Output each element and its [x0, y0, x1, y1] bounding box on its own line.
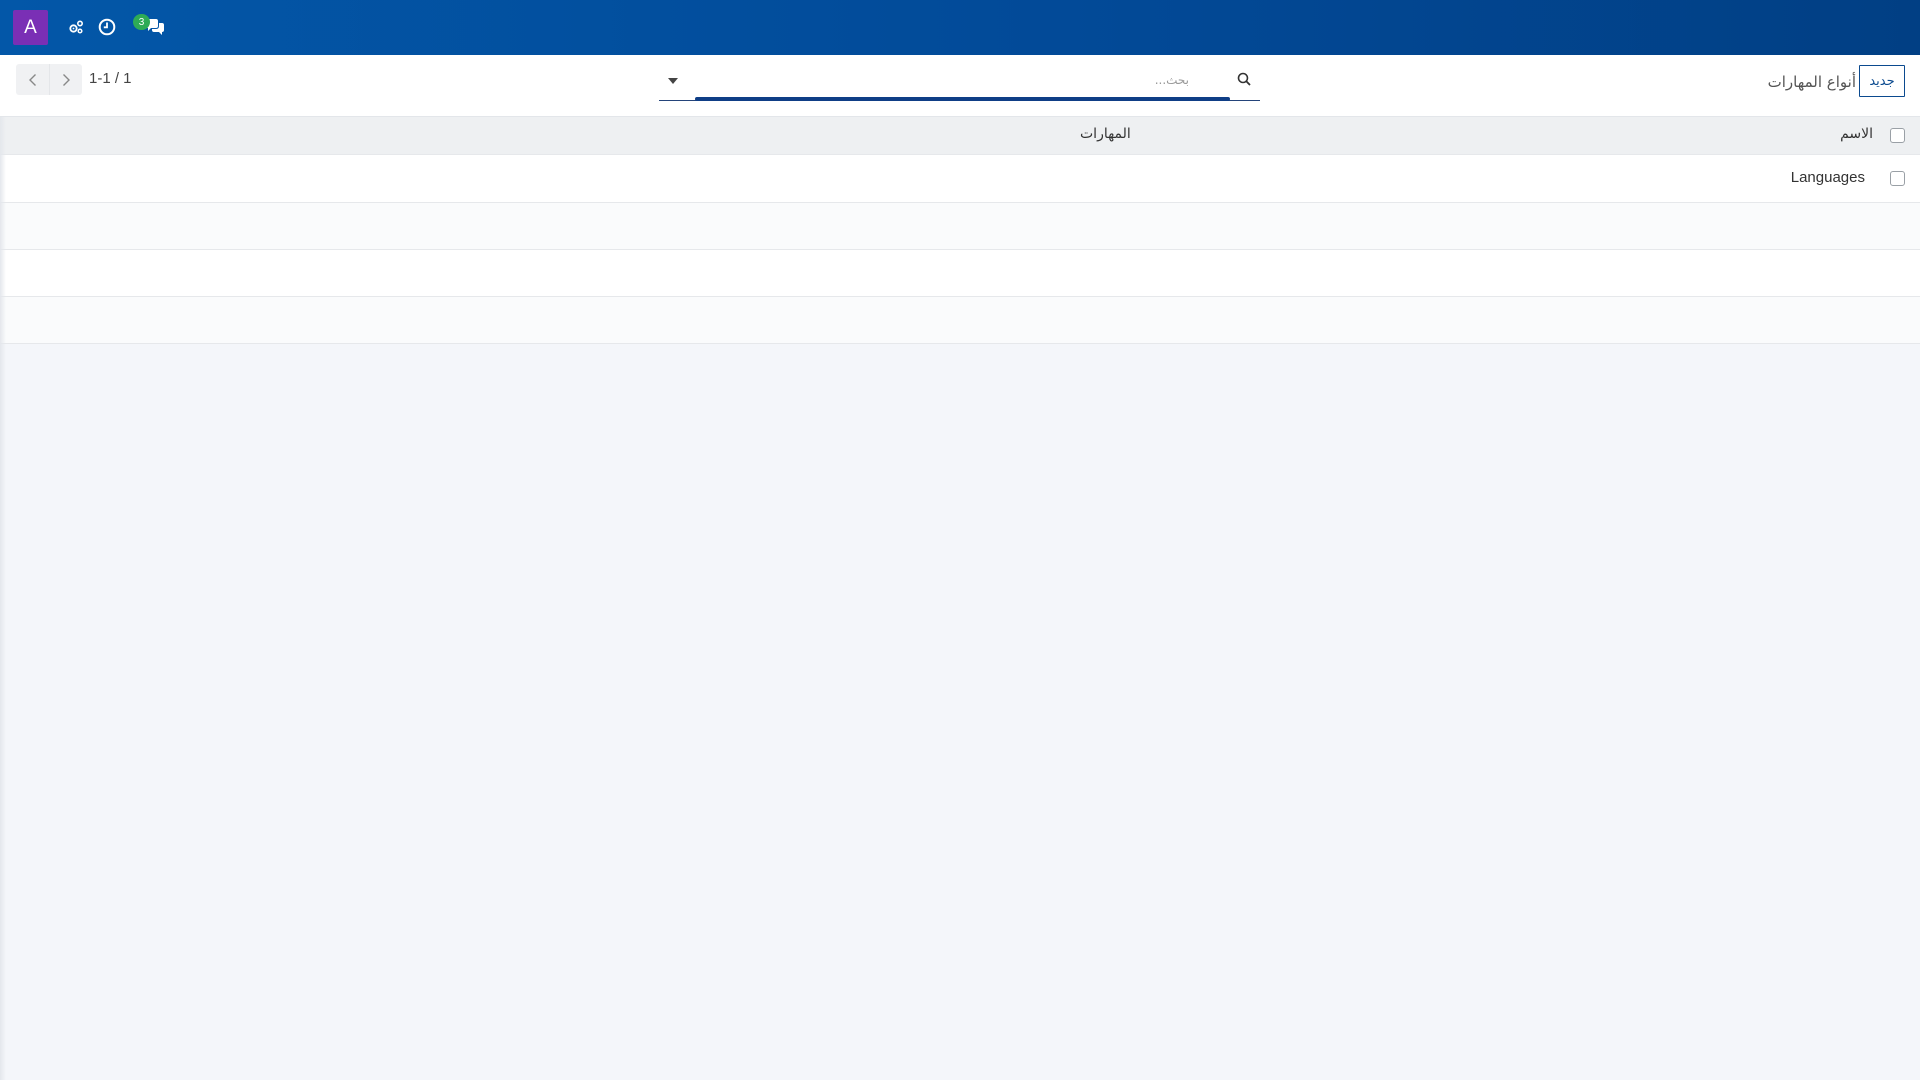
chevron-right-icon	[63, 73, 70, 86]
user-avatar[interactable]: A	[13, 10, 48, 45]
breadcrumb-title: أنواع المهارات	[1767, 73, 1856, 91]
chat-badge: 3	[133, 14, 150, 30]
empty-row	[0, 203, 1920, 250]
pager-value[interactable]: 1-1 / 1	[89, 70, 132, 87]
chevron-left-icon	[28, 73, 36, 86]
row-checkbox[interactable]	[1890, 171, 1905, 186]
left-edge-shadow	[0, 117, 6, 1080]
pager-next-button[interactable]	[49, 64, 82, 95]
control-panel: 1-1 / 1 أنواع المهارات جديد	[0, 55, 1920, 117]
table-header-row: الاسم المهارات	[0, 117, 1920, 155]
caret-down-icon	[668, 78, 678, 84]
select-all-checkbox[interactable]	[1890, 128, 1905, 143]
new-button[interactable]: جديد	[1859, 65, 1905, 97]
search-focus-underline	[695, 97, 1230, 101]
table-row[interactable]: Languages	[0, 155, 1920, 203]
top-navbar: A 3	[0, 0, 1920, 55]
skill-types-list: الاسم المهارات Languages	[0, 117, 1920, 344]
settings-icon[interactable]	[64, 15, 88, 39]
empty-row	[0, 250, 1920, 297]
clock-icon[interactable]	[95, 15, 119, 39]
empty-row	[0, 297, 1920, 344]
search-input[interactable]	[695, 69, 1191, 91]
search-icon[interactable]	[1234, 69, 1254, 89]
column-header-skills[interactable]: المهارات	[1080, 126, 1131, 142]
search-options-toggle[interactable]	[659, 63, 687, 99]
pager-previous-button[interactable]	[16, 64, 49, 95]
pager-buttons	[16, 64, 82, 95]
column-header-name[interactable]: الاسم	[1840, 126, 1873, 142]
row-name-cell: Languages	[1790, 169, 1865, 186]
search-bar	[659, 63, 1260, 101]
